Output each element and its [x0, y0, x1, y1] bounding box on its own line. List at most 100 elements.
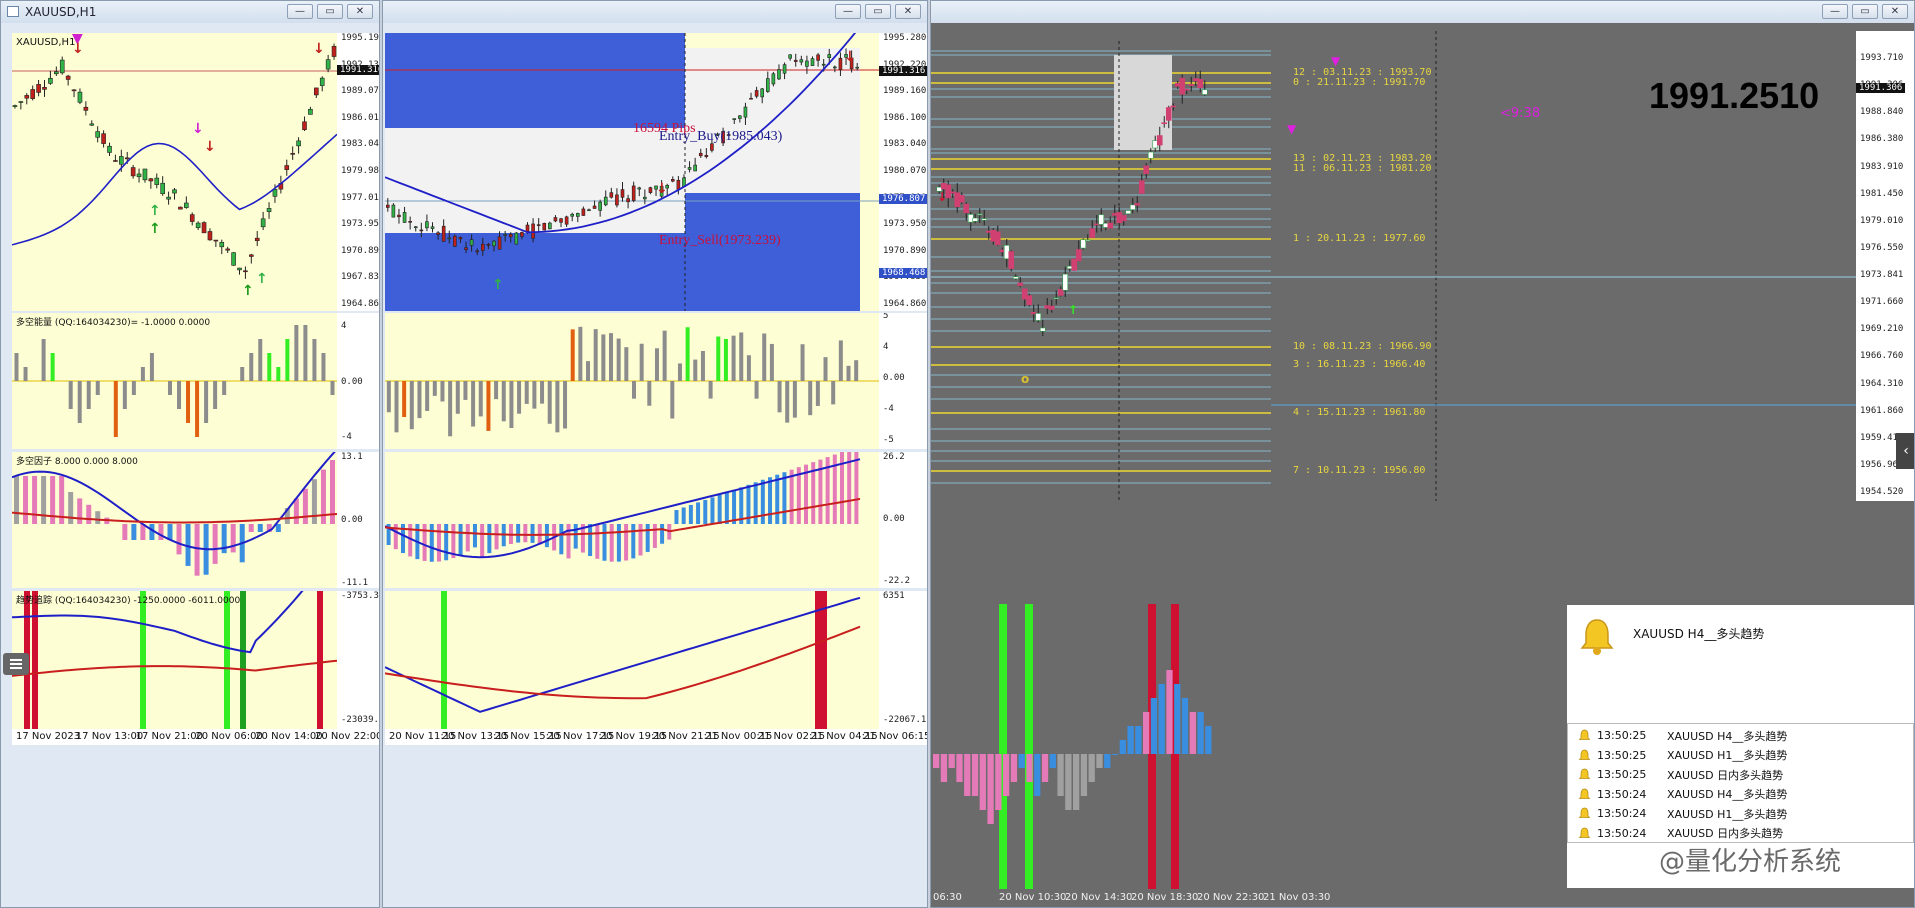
price-tick-label: 1973.950: [341, 219, 379, 230]
signal-marker-icon: ↑: [1068, 303, 1078, 317]
minimize-button[interactable]: —: [835, 4, 861, 19]
histogram-bar: [32, 476, 38, 524]
candle: [615, 194, 619, 206]
candle: [48, 77, 53, 84]
alert-list[interactable]: 13:50:25 XAUUSD H4__多头趋势 13:50:25 XAUUSD H1…: [1567, 723, 1914, 843]
alert-text: XAUUSD 日内多头趋势: [1667, 768, 1784, 782]
histogram-bar: [402, 381, 407, 418]
histogram-bar: [1057, 754, 1064, 796]
histogram-bar: [1018, 754, 1025, 768]
candle: [154, 177, 160, 185]
candle: [592, 205, 597, 209]
chart-window-dark[interactable]: — ▭ ✕ ▼ ▼ o ↑ ↓ 12 : 03.11.23 : 1993.70 0 : 2…: [930, 0, 1915, 908]
minimize-button[interactable]: —: [1822, 4, 1848, 19]
candle: [201, 222, 207, 234]
indicator-pane-energy[interactable]: 多空能量 (QQ:164034230)= -1.0000 0.0000: [12, 313, 337, 449]
histogram-bar: [302, 488, 308, 524]
maximize-button[interactable]: ▭: [1852, 4, 1878, 19]
indicator-pane-histogram[interactable]: [931, 604, 1286, 889]
candle: [542, 223, 547, 231]
candle: [308, 108, 313, 115]
histogram-bar: [275, 524, 281, 532]
signal-bar: [999, 604, 1007, 889]
minimize-button[interactable]: —: [287, 4, 313, 19]
histogram-bar: [547, 381, 552, 424]
window-titlebar[interactable]: — ▭ ✕: [383, 1, 927, 23]
histogram-bar: [601, 334, 606, 381]
histogram-bar: [723, 338, 728, 381]
candle: [402, 212, 407, 223]
window-titlebar[interactable]: XAUUSD,H1 — ▭ ✕: [1, 1, 379, 23]
alert-row[interactable]: 13:50:25 XAUUSD 日内多头趋势: [1578, 765, 1783, 784]
histogram-bar: [688, 504, 693, 524]
price-axis[interactable]: 1995.1901992.1301989.0701986.0101983.040…: [337, 33, 379, 311]
alert-row[interactable]: 13:50:25 XAUUSD H4__多头趋势: [1578, 726, 1788, 745]
price-tick-label: 1964.860: [341, 299, 379, 309]
price-tick-label: 1970.890: [883, 245, 927, 256]
main-price-chart[interactable]: ▼ ▼ o ↑ ↓ 12 : 03.11.23 : 1993.70 0 : 21.11.2…: [931, 31, 1856, 501]
indicator-pane-factor[interactable]: [385, 452, 879, 588]
candle: [1084, 239, 1091, 242]
alert-panel[interactable]: XAUUSD H4__多头趋势 13:50:25 XAUUSD H4__多头趋势 1…: [1567, 605, 1914, 888]
chart-window-m15[interactable]: — ▭ ✕ ↑ ↓ ↓ 16594 Pips Entry_Buy(1985.043)…: [382, 0, 928, 908]
histogram-bar: [195, 381, 200, 437]
histogram-bar: [760, 479, 765, 524]
histogram-bar: [670, 381, 675, 419]
indicator-axis: 6351 -22067.1: [879, 591, 927, 729]
indicator-pane-trend[interactable]: [385, 591, 879, 729]
candle: [777, 69, 781, 80]
candle: [598, 201, 602, 211]
histogram-bar: [1003, 754, 1010, 796]
indicator-pane-energy[interactable]: [385, 313, 879, 449]
close-button[interactable]: ✕: [895, 4, 921, 19]
histogram-bar: [831, 381, 836, 405]
bell-icon: [1578, 827, 1591, 840]
histogram-bar: [230, 524, 236, 553]
window-titlebar[interactable]: — ▭ ✕: [931, 1, 1914, 23]
candle: [788, 54, 792, 59]
alert-row[interactable]: 13:50:24 XAUUSD H1__多头趋势: [1578, 804, 1787, 823]
signal-arrow-icon: ↓: [844, 49, 856, 65]
menu-icon[interactable]: [3, 653, 29, 675]
candle: [166, 196, 171, 200]
histogram-bar: [122, 524, 128, 540]
candle: [704, 155, 709, 157]
alert-row[interactable]: 13:50:24 XAUUSD 日内多头趋势: [1578, 824, 1783, 843]
candles-group: [936, 70, 1208, 337]
price-tick-label: 1964.310: [1860, 378, 1904, 389]
histogram-bar: [158, 524, 164, 540]
maximize-button[interactable]: ▭: [865, 4, 891, 19]
trend-line: [12, 659, 337, 677]
price-axis[interactable]: 1995.280 1992.220 1989.160 1986.100 1983.040…: [879, 33, 927, 311]
histogram-bar: [386, 381, 391, 413]
histogram-bar: [321, 353, 326, 381]
signal-bar: [441, 591, 447, 729]
alert-time: 13:50:25: [1597, 729, 1647, 742]
histogram-bar: [696, 502, 701, 524]
collapse-panel-button[interactable]: ‹: [1896, 433, 1914, 469]
main-price-chart[interactable]: ↑ ↓ ↓ 16594 Pips Entry_Buy(1985.043) Entry…: [385, 33, 879, 311]
main-price-chart[interactable]: ▼ ↓ ↓ ↓ ↑ ↑ ↑ ↑ ↓ XAUUSD,H1: [12, 33, 337, 311]
price-axis[interactable]: 1993.710 1991.306 1988.840 1986.380 1983.910…: [1856, 31, 1914, 501]
histogram-bar: [436, 524, 441, 562]
indicator-pane-trend[interactable]: 趋势追踪 (QQ:164034230) -1250.0000 -6011.000…: [12, 591, 337, 729]
candle: [148, 178, 154, 182]
close-button[interactable]: ✕: [347, 4, 373, 19]
price-tick-label: 1983.040: [883, 139, 927, 150]
alert-row[interactable]: 13:50:24 XAUUSD H4__多头趋势: [1578, 785, 1787, 804]
histogram-bar: [267, 353, 272, 381]
candle: [95, 131, 100, 138]
close-button[interactable]: ✕: [1882, 4, 1908, 19]
histogram-bar: [448, 381, 453, 437]
price-tick-label: 1986.010: [341, 112, 379, 123]
price-tick-label: -22067.1: [883, 715, 927, 725]
maximize-button[interactable]: ▭: [317, 4, 343, 19]
histogram-bar: [50, 353, 55, 381]
indicator-pane-factor[interactable]: 多空因子 8.000 0.000 8.000: [12, 452, 337, 588]
candle: [213, 239, 219, 242]
candle: [290, 153, 295, 155]
alert-row[interactable]: 13:50:25 XAUUSD H1__多头趋势: [1578, 746, 1787, 765]
chart-window-xauusd-h1[interactable]: XAUUSD,H1 — ▭ ✕ ▼ ↓ ↓ ↓ ↑ ↑ ↑ ↑ ↓ XAUUSD,H1 1995…: [0, 0, 380, 908]
alert-time: 13:50:24: [1597, 826, 1647, 840]
price-tick-label: 1967.830: [341, 272, 379, 283]
